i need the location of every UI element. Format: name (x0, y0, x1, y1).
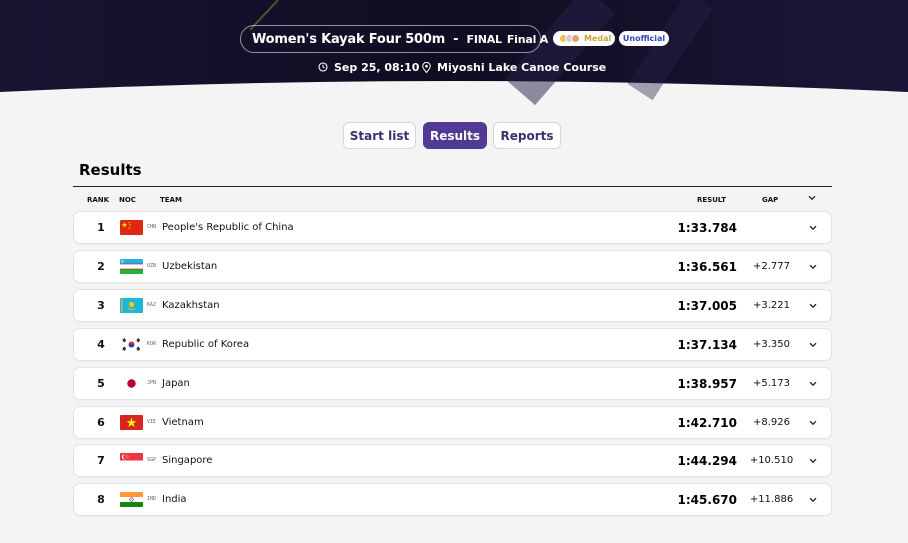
event-title-pill: Women's Kayak Four 500m - FINAL Final A (240, 25, 548, 53)
rank: 5 (97, 377, 105, 390)
noc-code: KOR (147, 341, 157, 347)
result-time: 1:45.670 (677, 493, 737, 507)
column-gap: GAP (762, 196, 779, 204)
divider (73, 186, 832, 187)
gap-time: +5.173 (752, 378, 790, 389)
section-title: Results (79, 161, 142, 179)
rank: 2 (97, 260, 105, 273)
gap-time: +2.777 (752, 261, 790, 272)
table-row[interactable]: 2 UZB Uzbekistan 1:36.561 +2.777 (73, 250, 832, 283)
chevron-down-icon[interactable] (809, 420, 817, 426)
chevron-down-icon[interactable] (809, 303, 817, 309)
table-row[interactable]: 5 JPN Japan 1:38.957 +5.173 (73, 367, 832, 400)
column-team: TEAM (160, 196, 182, 204)
rank: 8 (97, 493, 105, 506)
rank: 6 (97, 416, 105, 429)
result-time: 1:44.294 (677, 454, 737, 468)
noc-code: JPN (147, 380, 157, 386)
unofficial-badge: Unofficial (619, 31, 669, 46)
chevron-down-icon[interactable] (809, 497, 817, 503)
table-row[interactable]: 1 CHN People's Republic of China 1:33.784 (73, 211, 832, 244)
header-background (0, 0, 908, 106)
rank: 4 (97, 338, 105, 351)
event-header: Women's Kayak Four 500m - FINAL Final A … (0, 0, 908, 108)
column-result: RESULT (697, 196, 726, 204)
noc-code: CHN (147, 224, 157, 230)
team-name: Singapore (162, 455, 213, 466)
clock-icon (318, 62, 328, 72)
team-name: India (162, 494, 187, 505)
gap-time: +8.926 (752, 417, 790, 428)
table-row[interactable]: 4 KOR Republic of Korea 1:37.134 +3.350 (73, 328, 832, 361)
flag-sgp-icon (120, 453, 143, 468)
medal-badge-label: Medal (584, 34, 612, 43)
medal-badge: Medal (553, 31, 615, 46)
tab-results[interactable]: Results (423, 122, 487, 149)
team-name: Japan (162, 378, 190, 389)
table-row[interactable]: 8 IND India 1:45.670 +11.886 (73, 483, 832, 516)
flag-ind-icon (120, 492, 143, 507)
event-venue: Miyoshi Lake Canoe Course (422, 59, 606, 75)
event-unit: Final A (506, 32, 549, 46)
chevron-down-icon[interactable] (809, 264, 817, 270)
team-name: Republic of Korea (162, 339, 250, 350)
noc-code: IND (147, 496, 157, 502)
tab-start-list[interactable]: Start list (343, 122, 416, 149)
result-time: 1:38.957 (677, 377, 737, 391)
bronze-medal-icon (571, 34, 580, 43)
chevron-down-icon[interactable] (809, 458, 817, 464)
flag-kaz-icon (120, 298, 143, 313)
view-tabs: Start list Results Reports (0, 122, 908, 149)
team-name: Vietnam (162, 417, 204, 428)
gap-time: +3.221 (752, 300, 790, 311)
flag-kor-icon (120, 337, 143, 352)
event-phase: FINAL (466, 32, 503, 46)
location-pin-icon (422, 61, 431, 73)
column-noc: NOC (119, 196, 136, 204)
team-name: People's Republic of China (162, 222, 294, 233)
table-row[interactable]: 6 VIE Vietnam 1:42.710 +8.926 (73, 406, 832, 439)
column-rank: RANK (87, 196, 110, 204)
result-time: 1:37.134 (677, 338, 737, 352)
chevron-down-icon[interactable] (809, 342, 817, 348)
result-time: 1:33.784 (677, 221, 737, 235)
results-table-header: RANK NOC TEAM RESULT GAP (73, 193, 832, 207)
chevron-down-icon[interactable] (809, 225, 817, 231)
noc-code: VIE (147, 419, 157, 425)
flag-jpn-icon (120, 376, 143, 391)
gap-time: +11.886 (749, 494, 794, 505)
tab-reports[interactable]: Reports (493, 122, 561, 149)
event-date: Sep 25, 08:10 (318, 59, 419, 75)
rank: 1 (97, 221, 105, 234)
noc-code: KAZ (147, 302, 157, 308)
event-separator: - (453, 31, 459, 47)
gap-time: +10.510 (749, 455, 794, 466)
event-name: Women's Kayak Four 500m (252, 31, 446, 47)
expand-all-chevron-down-icon[interactable] (808, 195, 816, 201)
table-row[interactable]: 7 SGP Singapore 1:44.294 +10.510 (73, 444, 832, 477)
result-time: 1:37.005 (677, 299, 737, 313)
result-time: 1:36.561 (677, 260, 737, 274)
flag-vie-icon (120, 415, 143, 430)
gap-time: +3.350 (752, 339, 790, 350)
team-name: Kazakhstan (162, 300, 220, 311)
rank: 3 (97, 299, 105, 312)
table-row[interactable]: 3 KAZ Kazakhstan 1:37.005 +3.221 (73, 289, 832, 322)
chevron-down-icon[interactable] (809, 381, 817, 387)
flag-uzb-icon (120, 259, 143, 274)
flag-chn-icon (120, 220, 143, 235)
event-venue-text: Miyoshi Lake Canoe Course (437, 60, 607, 74)
noc-code: UZB (147, 263, 157, 269)
team-name: Uzbekistan (162, 261, 218, 272)
noc-code: SGP (147, 457, 157, 463)
rank: 7 (97, 454, 105, 467)
event-date-text: Sep 25, 08:10 (334, 60, 420, 74)
result-time: 1:42.710 (677, 416, 737, 430)
